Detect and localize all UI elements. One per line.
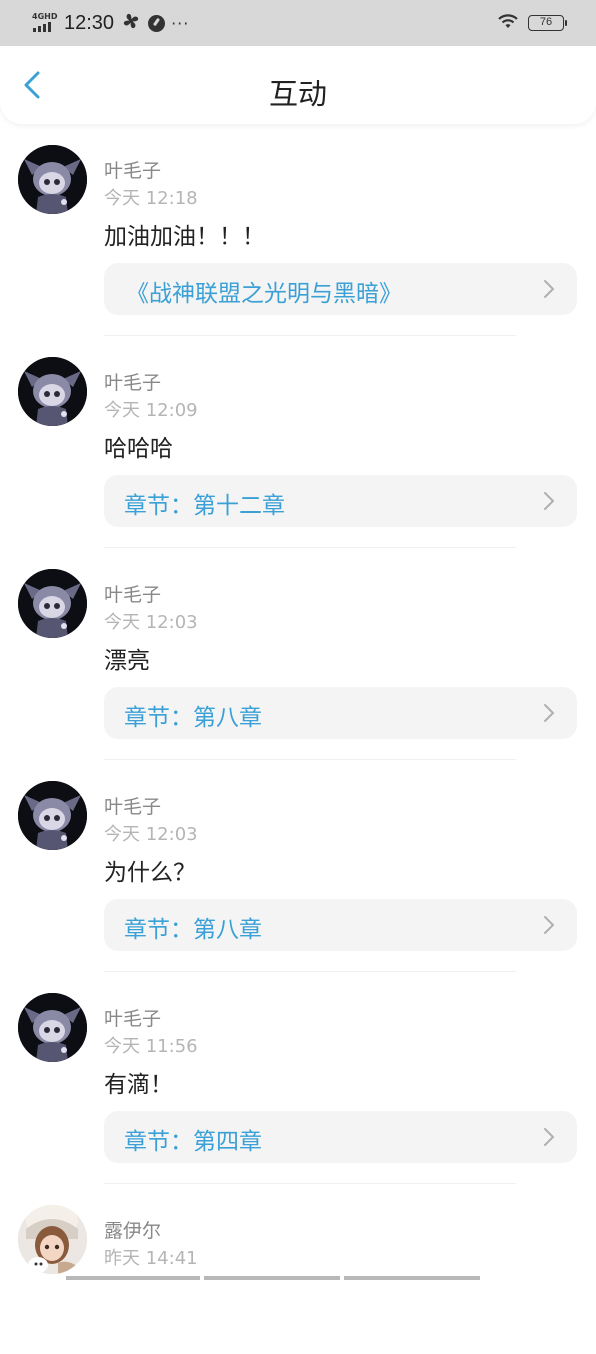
comment-username[interactable]: 叶毛子	[104, 368, 161, 395]
scroll-indicator	[66, 1276, 480, 1280]
comment-item: 叶毛子 今天 11:56 有滴！ 章节：第四章	[0, 972, 596, 1184]
notification-app-icon	[148, 14, 166, 32]
avatar[interactable]	[18, 145, 87, 214]
avatar[interactable]	[18, 569, 87, 638]
comment-text: 哈哈哈	[104, 436, 173, 462]
status-time: 12:30	[64, 11, 115, 34]
fan-icon	[122, 12, 140, 34]
status-right: 76	[496, 12, 567, 34]
network-type: 4GHD	[32, 12, 58, 21]
chevron-right-icon	[544, 1128, 555, 1146]
chevron-right-icon	[544, 280, 555, 298]
comment-list: 叶毛子 今天 12:18 加油加油！！！ 《战神联盟之光明与黑暗》 叶毛子 今天…	[0, 124, 596, 1354]
comment-source-link[interactable]: 章节：第八章	[104, 687, 577, 739]
status-left: 4GHD 12:30 ···	[32, 10, 189, 36]
cellular-signal-icon: 4GHD	[32, 12, 60, 34]
battery-icon: 76	[528, 15, 567, 31]
more-notifications-icon: ···	[171, 13, 190, 33]
avatar[interactable]	[18, 781, 87, 850]
comment-source-link[interactable]: 章节：第八章	[104, 899, 577, 951]
comment-item: 叶毛子 今天 12:03 漂亮 章节：第八章	[0, 548, 596, 760]
source-link-label: 《战神联盟之光明与黑暗》	[126, 281, 402, 307]
source-link-label: 章节：第八章	[124, 917, 262, 943]
source-link-label: 章节：第十二章	[124, 493, 285, 519]
header: 互动	[0, 46, 596, 124]
comment-timestamp: 今天 12:09	[104, 400, 198, 421]
comment-item: 叶毛子 今天 12:09 哈哈哈 章节：第十二章	[0, 336, 596, 548]
source-link-label: 章节：第八章	[124, 705, 262, 731]
comment-username[interactable]: 露伊尔	[104, 1216, 161, 1243]
comment-timestamp: 今天 12:03	[104, 824, 198, 845]
comment-item: 露伊尔 昨天 14:41	[0, 1184, 596, 1354]
comment-text: 漂亮	[104, 648, 150, 674]
comment-timestamp: 今天 11:56	[104, 1036, 198, 1057]
avatar[interactable]	[18, 993, 87, 1062]
comment-text: 加油加油！！！	[104, 224, 265, 250]
source-link-label: 章节：第四章	[124, 1129, 262, 1155]
chevron-right-icon	[544, 492, 555, 510]
chevron-right-icon	[544, 704, 555, 722]
comment-timestamp: 今天 12:03	[104, 612, 198, 633]
comment-item: 叶毛子 今天 12:18 加油加油！！！ 《战神联盟之光明与黑暗》	[0, 124, 596, 336]
comment-username[interactable]: 叶毛子	[104, 580, 161, 607]
status-bar: 4GHD 12:30 ··· 76	[0, 0, 596, 46]
comment-username[interactable]: 叶毛子	[104, 156, 161, 183]
comment-timestamp: 今天 12:18	[104, 188, 198, 209]
comment-username[interactable]: 叶毛子	[104, 1004, 161, 1031]
avatar[interactable]	[18, 1205, 87, 1274]
page-title: 互动	[268, 77, 327, 111]
chevron-right-icon	[544, 916, 555, 934]
comment-timestamp: 昨天 14:41	[104, 1248, 198, 1269]
comment-username[interactable]: 叶毛子	[104, 792, 161, 819]
comment-source-link[interactable]: 章节：第十二章	[104, 475, 577, 527]
comment-text: 为什么？	[104, 860, 196, 886]
avatar[interactable]	[18, 357, 87, 426]
comment-item: 叶毛子 今天 12:03 为什么？ 章节：第八章	[0, 760, 596, 972]
comment-text: 有滴！	[104, 1072, 173, 1098]
comment-source-link[interactable]: 《战神联盟之光明与黑暗》	[104, 263, 577, 315]
wifi-icon	[496, 12, 520, 34]
comment-source-link[interactable]: 章节：第四章	[104, 1111, 577, 1163]
